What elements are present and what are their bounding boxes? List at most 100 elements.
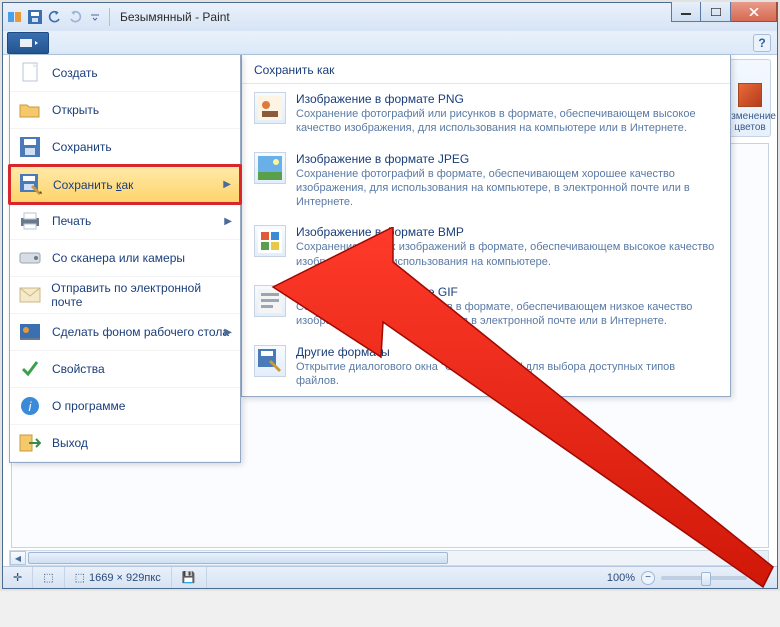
menu-item-print[interactable]: Печать ▶ (10, 203, 240, 240)
menu-item-open[interactable]: Открыть (10, 92, 240, 129)
minimize-button[interactable] (671, 2, 701, 22)
resize-grip[interactable] (753, 550, 769, 566)
status-canvas-size: ⬚ 1669 × 929пкс (65, 567, 172, 588)
menu-item-wallpaper[interactable]: Сделать фоном рабочего стола ▶ (10, 314, 240, 351)
redo-icon[interactable] (67, 9, 83, 25)
chevron-right-icon: ▶ (223, 179, 231, 190)
help-button[interactable]: ? (753, 34, 771, 52)
window-controls (671, 2, 777, 22)
menu-label: Сохранить как (53, 178, 133, 192)
body-area: Изменение цветов Создать Открыть Сохрани… (3, 55, 777, 588)
menu-item-email[interactable]: Отправить по электронной почте (10, 277, 240, 314)
status-selection-size: ⬚ (33, 567, 64, 588)
save-as-submenu: Сохранить как Изображение в формате PNG … (241, 55, 731, 397)
submenu-item-png[interactable]: Изображение в формате PNG Сохранение фот… (242, 84, 730, 144)
app-icon (7, 9, 23, 25)
submenu-item-other[interactable]: Другие форматы Открытие диалогового окна… (242, 337, 730, 397)
selection-icon: ⬚ (43, 571, 53, 584)
submenu-item-gif[interactable]: Изображение в формате GIF Сохранение про… (242, 277, 730, 337)
horizontal-scrollbar[interactable]: ◀ ▶ (9, 550, 753, 566)
menu-label: Печать (52, 214, 91, 228)
cursor-icon: ✛ (13, 571, 22, 584)
print-icon (18, 209, 42, 233)
scanner-icon (18, 246, 42, 270)
gif-icon (254, 285, 286, 317)
submenu-desc: Сохранение любых изображений в формате, … (296, 240, 718, 269)
jpeg-icon (254, 152, 286, 184)
submenu-desc: Сохранение простых рисунков в формате, о… (296, 300, 718, 329)
about-icon: i (18, 394, 42, 418)
menu-item-exit[interactable]: Выход (10, 425, 240, 462)
wallpaper-icon (18, 320, 42, 344)
menu-item-save-as[interactable]: Сохранить как ▶ (8, 164, 242, 205)
status-zoom: 100% − + (597, 567, 777, 588)
menu-label: Выход (52, 436, 88, 450)
quick-access-toolbar (7, 9, 103, 25)
file-menu: Создать Открыть Сохранить Сохранить как … (9, 55, 241, 463)
bmp-icon (254, 225, 286, 257)
edit-colors-icon (738, 83, 762, 107)
window-title: Безымянный - Paint (120, 10, 230, 24)
zoom-in-button[interactable]: + (753, 571, 767, 585)
qat-dropdown-icon[interactable] (87, 9, 103, 25)
ribbon-tab-strip: ? (3, 31, 777, 55)
menu-label: Открыть (52, 103, 99, 117)
menu-item-about[interactable]: i О программе (10, 388, 240, 425)
submenu-desc: Открытие диалогового окна "Сохранить как… (296, 360, 718, 389)
properties-icon (18, 357, 42, 381)
submenu-title: Изображение в формате PNG (296, 92, 718, 106)
new-icon (18, 61, 42, 85)
menu-label: Сохранить (52, 140, 112, 154)
chevron-right-icon: ▶ (224, 216, 232, 227)
save-icon[interactable] (27, 9, 43, 25)
menu-label: Отправить по электронной почте (51, 281, 230, 309)
exit-icon (18, 431, 42, 455)
submenu-title: Изображение в формате GIF (296, 285, 718, 299)
menu-item-save[interactable]: Сохранить (10, 129, 240, 166)
submenu-header: Сохранить как (242, 55, 730, 84)
status-file-size: 💾 (172, 567, 207, 588)
submenu-title: Другие форматы (296, 345, 718, 359)
ribbon-group-colors[interactable]: Изменение цветов (729, 59, 771, 137)
scroll-right-button[interactable]: ▶ (736, 551, 752, 565)
menu-label: Свойства (52, 362, 105, 376)
menu-label: Сделать фоном рабочего стола (52, 325, 229, 339)
save-as-icon (19, 173, 43, 197)
disk-icon: 💾 (182, 571, 196, 584)
menu-label: Со сканера или камеры (52, 251, 185, 265)
menu-item-new[interactable]: Создать (10, 55, 240, 92)
zoom-label: 100% (607, 572, 635, 584)
file-tab-button[interactable] (7, 32, 49, 54)
submenu-item-jpeg[interactable]: Изображение в формате JPEG Сохранение фо… (242, 144, 730, 218)
open-icon (18, 98, 42, 122)
png-icon (254, 92, 286, 124)
titlebar: Безымянный - Paint (3, 3, 777, 31)
status-cursor-position: ✛ (3, 567, 33, 588)
maximize-button[interactable] (701, 2, 731, 22)
menu-item-properties[interactable]: Свойства (10, 351, 240, 388)
submenu-desc: Сохранение фотографий или рисунков в фор… (296, 107, 718, 136)
menu-label: Создать (52, 66, 98, 80)
chevron-right-icon: ▶ (224, 327, 232, 338)
close-button[interactable] (731, 2, 777, 22)
scroll-thumb[interactable] (28, 552, 448, 564)
size-icon: ⬚ (75, 571, 85, 584)
scroll-left-button[interactable]: ◀ (10, 551, 26, 565)
ribbon-label-line2: цветов (734, 122, 766, 133)
menu-label: О программе (52, 399, 125, 413)
submenu-title: Изображение в формате BMP (296, 225, 718, 239)
zoom-slider[interactable] (661, 576, 747, 580)
zoom-out-button[interactable]: − (641, 571, 655, 585)
menu-item-scanner[interactable]: Со сканера или камеры (10, 240, 240, 277)
statusbar: ✛ ⬚ ⬚ 1669 × 929пкс 💾 100% − + (3, 566, 777, 588)
ribbon-label-line1: Изменение (724, 111, 776, 122)
email-icon (18, 283, 41, 307)
submenu-item-bmp[interactable]: Изображение в формате BMP Сохранение люб… (242, 217, 730, 277)
undo-icon[interactable] (47, 9, 63, 25)
canvas-size-label: 1669 × 929пкс (89, 572, 161, 584)
submenu-title: Изображение в формате JPEG (296, 152, 718, 166)
paint-window: Безымянный - Paint ? Изменение цветов Со… (2, 2, 778, 589)
other-formats-icon (254, 345, 286, 377)
save-icon (18, 135, 42, 159)
submenu-desc: Сохранение фотографий в формате, обеспеч… (296, 167, 718, 210)
